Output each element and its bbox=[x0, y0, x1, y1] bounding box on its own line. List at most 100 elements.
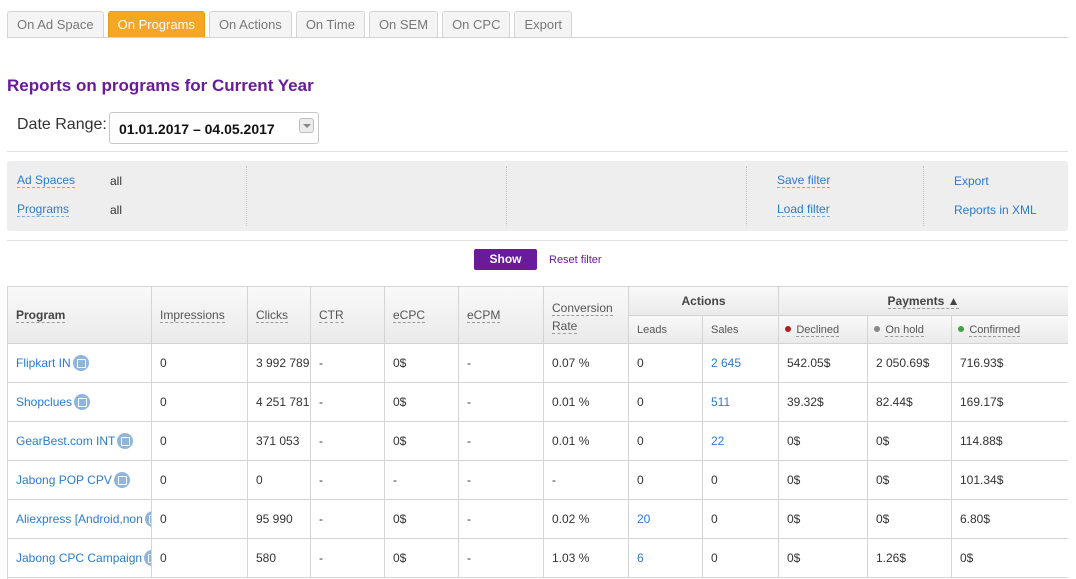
column-group-payments[interactable]: Payments ▲ bbox=[779, 287, 1068, 316]
load-filter-link[interactable]: Load filter bbox=[777, 202, 830, 217]
program-details-icon[interactable] bbox=[144, 511, 151, 527]
export-link[interactable]: Export bbox=[954, 174, 989, 188]
program-link[interactable]: GearBest.com INT bbox=[16, 434, 115, 448]
conversion-header-label: Conversion Rate bbox=[552, 301, 613, 334]
show-button[interactable]: Show bbox=[474, 249, 537, 270]
impressions-header-label: Impressions bbox=[160, 308, 225, 323]
column-header-leads[interactable]: Leads bbox=[629, 316, 703, 344]
ad-spaces-filter-value: all bbox=[110, 174, 123, 188]
column-header-ctr[interactable]: CTR bbox=[311, 287, 385, 344]
ecpm-header-label: eCPM bbox=[467, 308, 501, 323]
cell-clicks: 0 bbox=[248, 461, 311, 500]
tab-on-programs[interactable]: On Programs bbox=[107, 11, 205, 38]
column-header-declined[interactable]: Declined bbox=[779, 316, 868, 344]
confirmed-header-label: Confirmed bbox=[969, 324, 1021, 337]
impressions-value: 0 bbox=[160, 356, 167, 370]
cell-ctr: - bbox=[311, 422, 385, 461]
ecpc-value: 0$ bbox=[393, 551, 407, 565]
column-header-confirmed[interactable]: Confirmed bbox=[952, 316, 1068, 344]
reset-filter-link[interactable]: Reset filter bbox=[549, 254, 602, 266]
declined-header-label: Declined bbox=[796, 324, 840, 337]
sales-value[interactable]: 22 bbox=[711, 434, 724, 448]
programs-filter-link[interactable]: Programs bbox=[17, 202, 70, 217]
program-link[interactable]: Flipkart IN bbox=[16, 356, 71, 370]
tab-on-sem[interactable]: On SEM bbox=[368, 11, 439, 38]
column-header-ecpc[interactable]: eCPC bbox=[385, 287, 459, 344]
cell-declined: 39.32$ bbox=[779, 383, 868, 422]
program-details-icon[interactable] bbox=[74, 394, 91, 410]
sales-header-label: Sales bbox=[711, 324, 739, 336]
tab-on-time[interactable]: On Time bbox=[295, 11, 365, 38]
program-details-icon[interactable] bbox=[144, 550, 151, 566]
tab-on-actions[interactable]: On Actions bbox=[208, 11, 292, 38]
ad-spaces-filter-link[interactable]: Ad Spaces bbox=[17, 173, 76, 188]
tab-on-ad-space[interactable]: On Ad Space bbox=[7, 11, 104, 38]
program-details-icon[interactable] bbox=[117, 433, 134, 449]
declined-value: 0$ bbox=[787, 551, 801, 565]
column-header-on-hold[interactable]: On hold bbox=[868, 316, 952, 344]
cell-ctr: - bbox=[311, 500, 385, 539]
sales-value: 0 bbox=[711, 473, 718, 487]
date-range-picker[interactable]: 01.01.2017 – 04.05.2017 bbox=[109, 112, 319, 144]
impressions-value: 0 bbox=[160, 395, 167, 409]
clicks-value: 371 053 bbox=[256, 434, 300, 448]
program-link[interactable]: Jabong CPC Campaign bbox=[16, 551, 142, 565]
onhold-value: 82.44$ bbox=[876, 395, 913, 409]
cell-ecpc: 0$ bbox=[385, 500, 459, 539]
program-link[interactable]: Jabong POP CPV bbox=[16, 473, 112, 487]
ecpc-value: 0$ bbox=[393, 434, 407, 448]
date-range-value: 01.01.2017 – 04.05.2017 bbox=[119, 121, 275, 137]
ecpm-value: - bbox=[467, 434, 471, 448]
reports-xml-link[interactable]: Reports in XML bbox=[954, 203, 1037, 217]
cell-sales: 511 bbox=[703, 383, 779, 422]
cell-program: Flipkart IN bbox=[8, 344, 152, 383]
cell-conversion: 0.01 % bbox=[544, 422, 629, 461]
sales-value[interactable]: 2 645 bbox=[711, 356, 741, 370]
clicks-value: 580 bbox=[256, 551, 277, 565]
cell-ecpm: - bbox=[459, 344, 544, 383]
column-header-program[interactable]: Program bbox=[8, 287, 152, 344]
leads-value[interactable]: 20 bbox=[637, 512, 650, 526]
cell-onhold: 0$ bbox=[868, 422, 952, 461]
sales-value[interactable]: 511 bbox=[711, 395, 730, 409]
cell-impressions: 0 bbox=[152, 422, 248, 461]
cell-impressions: 0 bbox=[152, 461, 248, 500]
cell-program: Jabong CPC Campaign bbox=[8, 539, 152, 578]
impressions-value: 0 bbox=[160, 473, 167, 487]
ctr-value: - bbox=[319, 551, 323, 565]
conversion-value: 0.01 % bbox=[552, 434, 590, 448]
column-header-clicks[interactable]: Clicks bbox=[248, 287, 311, 344]
column-header-sales[interactable]: Sales bbox=[703, 316, 779, 344]
confirmed-value: 169.17$ bbox=[960, 395, 1004, 409]
cell-confirmed: 169.17$ bbox=[952, 383, 1068, 422]
program-link[interactable]: Shopclues bbox=[16, 395, 72, 409]
cell-ctr: - bbox=[311, 383, 385, 422]
program-link[interactable]: Aliexpress [Android,non bbox=[16, 512, 143, 526]
cell-leads: 20 bbox=[629, 500, 703, 539]
chevron-down-icon[interactable] bbox=[299, 118, 314, 133]
divider bbox=[746, 166, 747, 226]
column-header-conversion-rate[interactable]: Conversion Rate bbox=[544, 287, 629, 344]
column-header-impressions[interactable]: Impressions bbox=[152, 287, 248, 344]
clicks-value: 3 992 789 bbox=[256, 356, 310, 370]
cell-ecpm: - bbox=[459, 422, 544, 461]
sales-value: 0 bbox=[711, 551, 718, 565]
leads-value: 0 bbox=[637, 473, 644, 487]
program-details-icon[interactable] bbox=[72, 355, 89, 371]
save-filter-link[interactable]: Save filter bbox=[777, 173, 831, 188]
tab-on-cpc[interactable]: On CPC bbox=[442, 11, 511, 38]
leads-value: 0 bbox=[637, 395, 644, 409]
cell-declined: 0$ bbox=[779, 422, 868, 461]
declined-value: 542.05$ bbox=[787, 356, 831, 370]
ecpm-value: - bbox=[467, 512, 471, 526]
on-hold-header-label: On hold bbox=[885, 324, 924, 337]
ctr-value: - bbox=[319, 434, 323, 448]
tab-export[interactable]: Export bbox=[514, 11, 573, 38]
cell-confirmed: 114.88$ bbox=[952, 422, 1068, 461]
leads-header-label: Leads bbox=[637, 324, 667, 336]
clicks-header-label: Clicks bbox=[256, 308, 288, 323]
column-header-ecpm[interactable]: eCPM bbox=[459, 287, 544, 344]
leads-value[interactable]: 6 bbox=[637, 551, 644, 565]
onhold-value: 0$ bbox=[876, 434, 890, 448]
program-details-icon[interactable] bbox=[113, 472, 130, 488]
